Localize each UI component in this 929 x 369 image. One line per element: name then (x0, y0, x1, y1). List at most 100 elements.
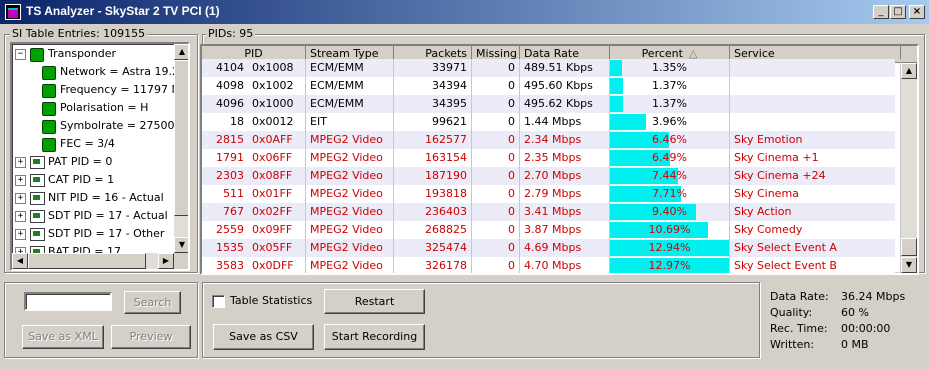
collapse-icon[interactable]: − (15, 49, 26, 60)
pid-hex: 0x1008 (248, 59, 306, 77)
tree-item[interactable]: Network = Astra 19.2°E (14, 63, 174, 81)
tree-item-label: Frequency = 11797 MHz (60, 83, 174, 96)
tree-item[interactable]: + SDT PID = 17 - Other (14, 225, 174, 243)
table-icon (30, 174, 45, 187)
percent-cell: 1.37% (610, 77, 730, 95)
missing: 0 (472, 95, 520, 113)
percent-cell: 1.37% (610, 95, 730, 113)
missing: 0 (472, 203, 520, 221)
green-status-icon (42, 138, 56, 152)
service-name: Sky Emotion (730, 131, 901, 149)
percent-cell: 12.97% (610, 257, 730, 273)
data-rate: 489.51 Kbps (520, 59, 610, 77)
save-as-xml-button[interactable]: Save as XML (22, 325, 104, 349)
rec-time-label: Rec. Time: (770, 322, 828, 335)
pid-table-row[interactable]: 4098 0x1002 ECM/EMM 34394 0 495.60 Kbps 1.37% (202, 77, 901, 95)
missing: 0 (472, 149, 520, 167)
expand-icon[interactable]: + (15, 175, 26, 186)
search-input[interactable] (24, 292, 112, 311)
tree-item-label: Polarisation = H (60, 101, 149, 114)
start-recording-button[interactable]: Start Recording (324, 324, 425, 350)
written-label: Written: (770, 338, 815, 351)
missing: 0 (472, 221, 520, 239)
stream-type: MPEG2 Video (306, 149, 394, 167)
percent-cell: 1.35% (610, 59, 730, 77)
pid-table-row[interactable]: 2559 0x09FF MPEG2 Video 268825 0 3.87 Mbps 10.… (202, 221, 901, 239)
written-value: 0 MB (841, 338, 869, 351)
tree-hscrollbar[interactable]: ◀ ▶ (12, 253, 174, 269)
pid-table-row[interactable]: 511 0x01FF MPEG2 Video 193818 0 2.79 Mbps 7.71… (202, 185, 901, 203)
tree-item[interactable]: Frequency = 11797 MHz (14, 81, 174, 99)
percent-text: 7.44% (652, 169, 687, 182)
pid-table-row[interactable]: 767 0x02FF MPEG2 Video 236403 0 3.41 Mbps 9.40… (202, 203, 901, 221)
data-rate: 4.69 Mbps (520, 239, 610, 257)
preview-button[interactable]: Preview (111, 325, 191, 349)
packets: 163154 (394, 149, 472, 167)
data-rate: 495.60 Kbps (520, 77, 610, 95)
pid-list-scroll-up-arrow-icon[interactable]: ▲ (901, 63, 917, 79)
tree-item[interactable]: Polarisation = H (14, 99, 174, 117)
stream-type: MPEG2 Video (306, 257, 394, 273)
pid-list-vscrollbar[interactable]: ▲ ▼ (901, 63, 917, 273)
maximize-button[interactable]: □ (890, 5, 906, 19)
pid-table-row[interactable]: 2303 0x08FF MPEG2 Video 187190 0 2.70 Mbps 7.4… (202, 167, 901, 185)
green-status-icon (42, 84, 56, 98)
pid-hex: 0x1000 (248, 95, 306, 113)
percent-text: 3.96% (652, 115, 687, 128)
percent-text: 1.37% (652, 97, 687, 110)
restart-button[interactable]: Restart (324, 289, 425, 314)
tree-item[interactable]: + CAT PID = 1 (14, 171, 174, 189)
tree-item[interactable]: FEC = 3/4 (14, 135, 174, 153)
minimize-button[interactable]: _ (873, 5, 889, 19)
tree-scroll-left-arrow-icon[interactable]: ◀ (12, 253, 28, 269)
pid-table-row[interactable]: 1791 0x06FF MPEG2 Video 163154 0 2.35 Mbps 6.4… (202, 149, 901, 167)
pid-table-row[interactable]: 18 0x0012 EIT 99621 0 1.44 Mbps 3.96% (202, 113, 901, 131)
tree-item[interactable]: − Transponder (14, 45, 174, 63)
close-button[interactable]: × (909, 5, 925, 19)
stream-type: MPEG2 Video (306, 203, 394, 221)
pid-list-vscroll-thumb[interactable] (901, 238, 917, 256)
si-table-entries-label: SI Table Entries: 109155 (10, 27, 148, 40)
stream-type: ECM/EMM (306, 95, 394, 113)
packets: 34394 (394, 77, 472, 95)
missing: 0 (472, 59, 520, 77)
data-rate: 2.79 Mbps (520, 185, 610, 203)
header-filler (901, 46, 917, 63)
service-name: Sky Action (730, 203, 901, 221)
tree-item[interactable]: + PAT PID = 0 (14, 153, 174, 171)
pid-table-row[interactable]: 1535 0x05FF MPEG2 Video 325474 0 4.69 Mbps 12.… (202, 239, 901, 257)
pid-table-row[interactable]: 3583 0x0DFF MPEG2 Video 326178 0 4.70 Mbps 12.… (202, 257, 901, 273)
percent-text: 1.35% (652, 61, 687, 74)
missing: 0 (472, 77, 520, 95)
pid-table-row[interactable]: 4096 0x1000 ECM/EMM 34395 0 495.62 Kbps 1.37% (202, 95, 901, 113)
pid-table-row[interactable]: 2815 0x0AFF MPEG2 Video 162577 0 2.34 Mbps 6.4… (202, 131, 901, 149)
stream-type: MPEG2 Video (306, 239, 394, 257)
si-tree-view[interactable]: − Transponder Network = Astra 19.2°E Freque… (10, 42, 190, 271)
expand-icon[interactable]: + (15, 193, 26, 204)
expand-icon[interactable]: + (15, 229, 26, 240)
tree-scroll-right-arrow-icon[interactable]: ▶ (158, 253, 174, 269)
tree-vscroll-thumb[interactable] (174, 60, 188, 216)
tree-vscrollbar[interactable]: ▲ ▼ (174, 44, 188, 253)
tree-item[interactable]: + SDT PID = 17 - Actual (14, 207, 174, 225)
service-name: Sky Cinema +24 (730, 167, 901, 185)
tree-hscroll-thumb[interactable] (28, 253, 146, 269)
table-icon (30, 156, 45, 169)
green-status-icon (42, 120, 56, 134)
tree-scroll-up-arrow-icon[interactable]: ▲ (174, 44, 188, 60)
expand-icon[interactable]: + (15, 157, 26, 168)
tree-scroll-down-arrow-icon[interactable]: ▼ (174, 237, 188, 253)
pid-list-scroll-down-arrow-icon[interactable]: ▼ (901, 257, 917, 273)
stream-type: MPEG2 Video (306, 185, 394, 203)
save-as-csv-button[interactable]: Save as CSV (213, 324, 314, 350)
pid-table-row[interactable]: 4104 0x1008 ECM/EMM 33971 0 489.51 Kbps 1.35% (202, 59, 901, 77)
pid-decimal: 4104 (216, 61, 244, 74)
pid-list-view[interactable]: PID Stream Type Packets Missing Data Rate Per… (200, 44, 919, 275)
percent-text: 12.97% (648, 259, 691, 272)
tree-item[interactable]: + NIT PID = 16 - Actual (14, 189, 174, 207)
search-button[interactable]: Search (124, 291, 181, 314)
table-statistics-checkbox[interactable] (212, 295, 225, 308)
expand-icon[interactable]: + (15, 211, 26, 222)
pid-decimal: 511 (223, 187, 244, 200)
tree-item[interactable]: Symbolrate = 27500 (14, 117, 174, 135)
